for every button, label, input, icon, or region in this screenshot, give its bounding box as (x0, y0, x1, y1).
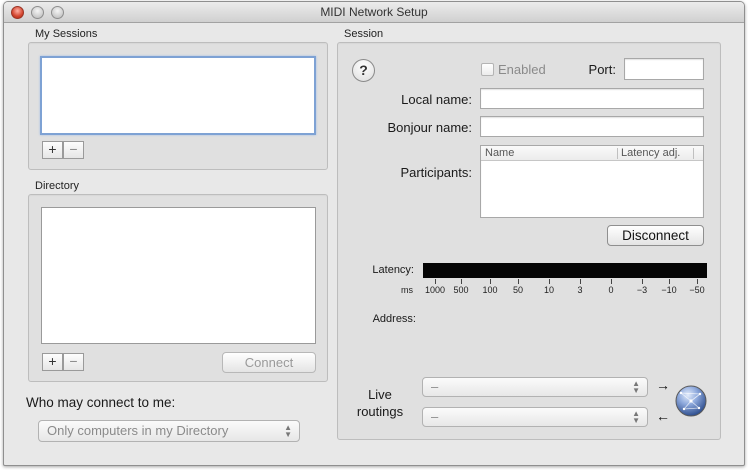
arrow-right-icon: → (656, 377, 670, 393)
tick-label: 100 (482, 285, 498, 295)
popup-arrows-icon: ▲ ▼ (284, 423, 292, 439)
who-may-connect-selected: Only computers in my Directory (47, 423, 229, 438)
tick-label: 500 (453, 285, 469, 295)
participants-table[interactable]: Name Latency adj. (480, 145, 704, 218)
enabled-checkbox[interactable] (481, 63, 494, 76)
tick-label: 50 (512, 285, 524, 295)
title-bar[interactable]: MIDI Network Setup (4, 2, 744, 23)
column-divider (617, 148, 618, 159)
network-globe-icon[interactable] (675, 385, 707, 417)
my-sessions-label: My Sessions (35, 28, 98, 40)
participants-table-header: Name Latency adj. (481, 146, 703, 161)
bonjour-name-field[interactable] (480, 116, 704, 137)
latency-meter (423, 263, 707, 278)
latency-scale: ms 1000 500 100 50 10 3 0 −3 −10 −50 (401, 279, 707, 299)
tick-label: 1000 (424, 285, 446, 295)
minimize-icon[interactable] (31, 6, 44, 19)
enabled-label: Enabled (498, 62, 546, 77)
my-sessions-group: + − (28, 42, 328, 170)
midi-network-setup-window: MIDI Network Setup My Sessions + − Direc… (3, 1, 745, 466)
address-label: Address: (372, 313, 416, 325)
remove-directory-button[interactable]: − (63, 353, 84, 371)
arrow-left-icon: ← (656, 408, 670, 424)
tick-label: −50 (689, 285, 705, 295)
routing-output-selected: – (431, 409, 439, 424)
add-directory-button[interactable]: + (42, 353, 63, 371)
directory-label: Directory (35, 180, 80, 192)
column-divider (693, 148, 694, 159)
column-header-latency-adj[interactable]: Latency adj. (621, 147, 680, 159)
participants-label: Participants: (400, 165, 472, 180)
tick-label: 10 (543, 285, 555, 295)
disconnect-button[interactable]: Disconnect (607, 225, 704, 246)
popup-arrows-icon: ▲ ▼ (632, 379, 640, 395)
latency-unit: ms (401, 285, 413, 295)
tick-label: 3 (577, 285, 583, 295)
my-sessions-list[interactable] (40, 56, 316, 135)
help-button[interactable]: ? (352, 59, 375, 82)
close-icon[interactable] (11, 6, 24, 19)
who-may-connect-label: Who may connect to me: (26, 395, 176, 410)
popup-arrows-icon: ▲ ▼ (632, 409, 640, 425)
session-group: ? Enabled Port: Local name: Bonjour name… (337, 42, 721, 440)
port-label: Port: (588, 62, 616, 77)
live-routings-label: Live routings (356, 387, 404, 419)
connect-button[interactable]: Connect (222, 352, 316, 373)
port-field[interactable] (624, 58, 704, 80)
local-name-field[interactable] (480, 88, 704, 109)
add-session-button[interactable]: + (42, 141, 63, 159)
tick-label: −3 (636, 285, 648, 295)
tick-label: 0 (608, 285, 614, 295)
routing-output-popup[interactable]: – ▲ ▼ (422, 407, 648, 427)
column-header-name[interactable]: Name (485, 147, 514, 159)
who-may-connect-popup[interactable]: Only computers in my Directory ▲ ▼ (38, 420, 300, 442)
latency-label: Latency: (372, 264, 414, 276)
local-name-label: Local name: (401, 92, 472, 107)
bonjour-name-label: Bonjour name: (387, 120, 472, 135)
window-title: MIDI Network Setup (320, 5, 428, 19)
routing-input-popup[interactable]: – ▲ ▼ (422, 377, 648, 397)
session-label: Session (344, 28, 384, 40)
tick-label: −10 (661, 285, 677, 295)
directory-list[interactable] (41, 207, 316, 344)
zoom-icon[interactable] (51, 6, 64, 19)
directory-group: + − Connect (28, 194, 328, 382)
remove-session-button[interactable]: − (63, 141, 84, 159)
routing-input-selected: – (431, 379, 439, 394)
